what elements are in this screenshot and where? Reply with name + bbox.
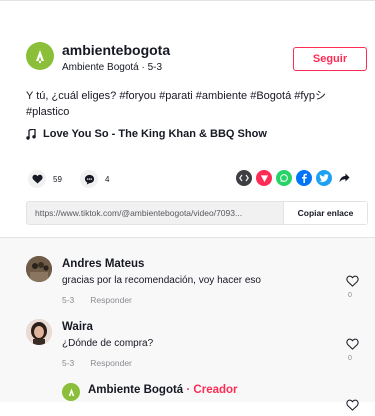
reply-author: Ambiente Bogotá · Creador [88,384,238,396]
comment-author[interactable]: Waira [62,321,93,333]
author-username[interactable]: ambientebogota [62,42,170,58]
comment-author[interactable]: Andres Mateus [62,258,144,270]
follow-button[interactable]: Seguir [293,47,367,71]
share-arrow-icon[interactable] [336,170,352,186]
creator-badge: · Creador [186,384,238,396]
music-link[interactable]: Love You So - The King Khan & BBQ Show [26,128,267,140]
comment-avatar-andres[interactable] [26,256,52,282]
whatsapp-icon[interactable] [276,170,292,186]
comment-meta: 5-3 Responder [62,358,132,368]
comment-count: 4 [105,174,110,184]
comment-avatar-waira[interactable] [26,319,52,345]
twitter-icon[interactable] [316,170,332,186]
author-display-name[interactable]: Ambiente Bogotá [62,62,139,73]
reply-button[interactable]: Responder [90,295,132,305]
post-caption: Y tú, ¿cuál eliges? #foryou #parati #amb… [26,88,371,120]
comment-icon[interactable] [80,170,98,188]
comment-stat[interactable]: 4 [80,170,109,188]
comment-text: gracias por la recomendación, voy hacer … [62,275,261,286]
author-subline: Ambiente Bogotá · 5-3 [62,62,162,73]
share-link-box: https://www.tiktok.com/@ambientebogota/v… [26,201,368,225]
reply-author-name[interactable]: Ambiente Bogotá [88,384,183,396]
comment-date: 5-3 [62,295,75,305]
caption-line-1: Y tú, ¿cuál eliges? #foryou #parati #amb… [26,90,327,102]
comment-like-count: 0 [348,355,352,362]
share-bar [236,170,352,186]
post-date: 5-3 [147,62,163,73]
heart-outline-icon[interactable] [345,274,359,292]
share-link-url[interactable]: https://www.tiktok.com/@ambientebogota/v… [27,208,285,218]
logo-icon [68,387,74,396]
caption-line-2[interactable]: #plastico [26,104,371,120]
comment-meta: 5-3 Responder [62,295,132,305]
like-count: 59 [53,174,62,184]
author-avatar[interactable] [26,42,54,70]
reply-button[interactable]: Responder [90,358,132,368]
comment-like-count: 0 [348,292,352,299]
comment-text: ¿Dónde de compra? [62,338,154,349]
comments-list [0,238,375,402]
comment-date: 5-3 [62,358,75,368]
heart-outline-icon[interactable] [345,337,359,355]
share-red-icon[interactable] [256,170,272,186]
creator-avatar[interactable] [62,383,80,401]
music-note-icon [26,128,36,140]
like-icon[interactable] [28,170,46,188]
embed-icon[interactable] [236,170,252,186]
copy-link-button[interactable]: Copiar enlace [283,202,367,224]
facebook-icon[interactable] [296,170,312,186]
music-title: Love You So - The King Khan & BBQ Show [43,128,267,140]
like-stat[interactable]: 59 [28,170,62,188]
logo-icon [36,50,44,64]
heart-outline-icon[interactable] [345,398,359,416]
